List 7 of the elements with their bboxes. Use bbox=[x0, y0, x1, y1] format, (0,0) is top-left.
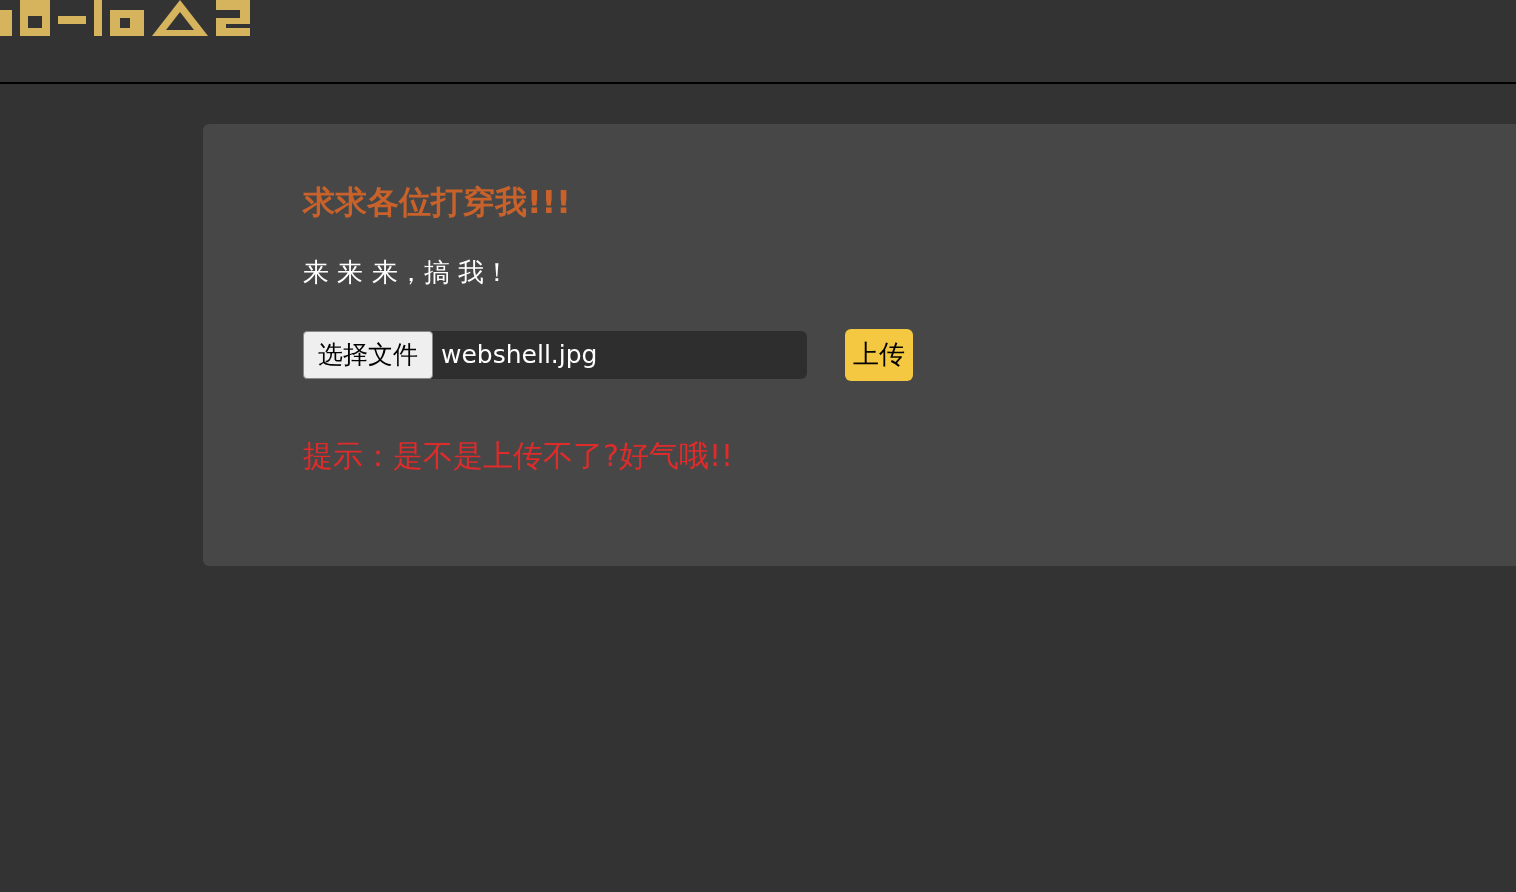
file-name: webshell.jpg bbox=[441, 338, 598, 371]
choose-file-button[interactable]: 选择文件 bbox=[303, 330, 433, 379]
card-title: 求求各位打穿我!!! bbox=[303, 182, 571, 222]
upload-button[interactable]: 上传 bbox=[845, 328, 913, 381]
hint-text: 提示：是不是上传不了?好气哦!! bbox=[303, 436, 733, 474]
card-text: 来 来 来，搞 我！ bbox=[303, 256, 510, 289]
file-input[interactable]: 选择文件 webshell.jpg bbox=[303, 330, 807, 379]
